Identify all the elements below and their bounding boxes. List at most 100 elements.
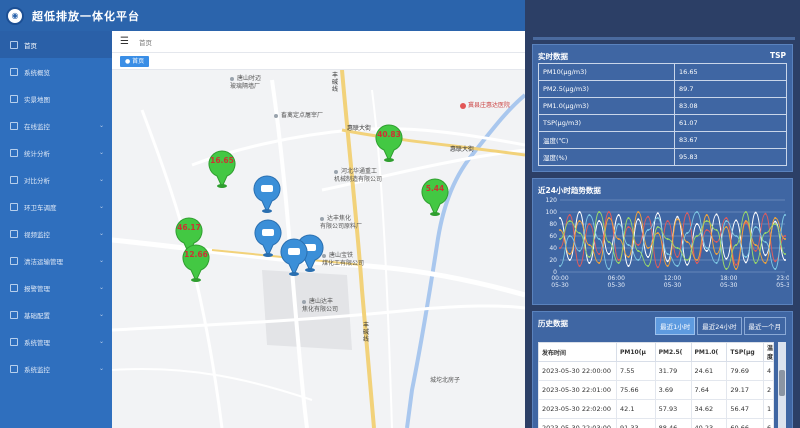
data-point [705,220,708,222]
chevron-down-icon: ⌄ [98,230,104,237]
trend-card: 近24小时趋势数据 0 20 40 60 80 100 120 00:00 05-30 06:00… [532,178,793,305]
last-hour-button[interactable]: 最近1小时 [655,317,696,335]
sidebar-item-label: 系统管理 [24,338,50,347]
data-point [774,217,777,219]
data-point [559,217,561,219]
data-point [617,238,620,240]
table-row: 2023-05-30 22:00:00 7.55 31.79 24.61 79.69 4 [538,361,775,381]
data-point [637,259,640,261]
table-row: PM2.5(μg/m3) 89.7 [538,80,787,98]
data-point [666,238,669,240]
data-point [656,232,659,234]
data-point [676,256,679,258]
road-label: 丰 碱 线 [332,72,339,93]
data-point [578,265,581,267]
data-point [686,232,689,234]
sidebar-item-home[interactable]: 首页 [0,31,112,58]
history-scrollbar[interactable] [778,342,786,428]
data-point [647,247,650,249]
y-tick-label: 40 [549,245,557,252]
breadcrumb[interactable]: 首页 [139,37,152,47]
sidebar-item-video[interactable]: 视频监控 ⌄ [0,220,112,247]
data-point [607,241,610,243]
x-tick-label: 05-30 [776,282,789,289]
data-point [598,220,601,222]
table-row: TSP(μg/m3) 61.07 [538,114,787,132]
data-point [588,256,591,258]
x-tick-label: 23:00 [776,275,789,282]
realtime-title: 实时数据 [538,52,568,61]
y-tick-label: 80 [549,221,557,228]
data-point [715,213,718,216]
sidebar-item-label: 基础配置 [24,311,50,320]
sensor-marker[interactable]: 5.44 [420,176,450,216]
data-point [695,259,698,261]
poi-label: 城坨北房子 [430,377,461,384]
x-tick-label: 05-30 [664,282,682,289]
data-point [715,262,718,264]
chevron-down-icon: ⌄ [98,257,104,264]
tab-home[interactable]: ● 首页 [120,56,150,67]
menu-fold-icon[interactable]: ☰ [120,36,129,47]
table-row: 2023-05-30 22:02:00 42.1 57.93 34.62 56.47 1 [538,399,775,419]
sidebar-item-label: 系统概览 [24,68,50,77]
data-point [695,223,698,225]
sidebar-item-system-manage[interactable]: 系统管理 ⌄ [0,328,112,355]
sidebar-item-label: 首页 [24,41,37,50]
data-point [568,259,571,261]
sidebar-item-compare[interactable]: 对比分析 ⌄ [0,166,112,193]
data-point [764,241,767,243]
sidebar-item-overview[interactable]: 系统概览 [0,58,112,85]
x-tick-label: 12:00 [664,275,681,282]
sidebar-item-system-monitor[interactable]: 系统监控 ⌄ [0,355,112,382]
app-title: 超低排放一体化平台 [32,9,140,23]
sidebar-item-map[interactable]: 实景地图 [0,85,112,112]
data-point [568,253,571,255]
data-point [686,212,689,215]
data-point [784,259,786,261]
system-monitor-icon [10,364,18,373]
data-point [627,244,630,246]
sidebar-item-online-monitor[interactable]: 在线监控 ⌄ [0,112,112,139]
sidebar-item-statistics[interactable]: 统计分析 ⌄ [0,139,112,166]
data-point [676,215,679,218]
realtime-table: PM10(μg/m3) 16.65 PM2.5(μg/m3) 89.7 PM1.0(… [538,63,787,166]
table-row: 湿度(%) 95.83 [538,148,787,166]
sensor-marker[interactable]: 40.83 [374,122,404,162]
data-point [686,259,689,261]
last-24h-button[interactable]: 最近24小时 [697,317,742,335]
data-point [676,247,679,249]
overview-icon [10,67,18,76]
sidebar-item-label: 清洁运输管理 [24,257,63,266]
data-point [656,266,659,269]
data-point [695,211,698,213]
data-point [725,226,728,228]
sidebar-item-alarm[interactable]: 报警管理 ⌄ [0,274,112,301]
data-point [647,265,650,267]
data-point [627,226,630,228]
x-tick-label: 05-30 [551,282,569,289]
vehicle-marker[interactable] [279,236,309,276]
data-point [666,260,669,263]
map-view[interactable]: 唐山时迈 玻璃隔墙厂 畜禽定点屠宰厂 河北华通重工 机械制造有限公司 达丰焦化 … [112,70,525,428]
data-point [598,262,601,264]
chevron-down-icon: ⌄ [98,176,104,183]
data-point [744,220,747,222]
data-point [559,229,561,231]
data-point [647,256,650,258]
chevron-down-icon: ⌄ [98,365,104,372]
data-point [705,214,708,216]
data-point [627,217,630,219]
last-month-button[interactable]: 最近一个月 [743,317,786,335]
sidebar-item-vehicle-dispatch[interactable]: 环卫车调度 ⌄ [0,193,112,220]
poi-label: 畜禽定点屠宰厂 [274,112,323,120]
data-point [578,211,581,213]
sidebar-item-base-config[interactable]: 基础配置 ⌄ [0,301,112,328]
sidebar-item-clean-transport[interactable]: 清洁运输管理 ⌄ [0,247,112,274]
vehicle-marker[interactable] [252,173,282,213]
data-point [607,268,610,270]
data-point [735,219,738,222]
sensor-marker[interactable]: 12.66 [181,242,211,282]
sidebar-item-label: 对比分析 [24,176,50,185]
sensor-marker[interactable]: 16.65 [207,148,237,188]
